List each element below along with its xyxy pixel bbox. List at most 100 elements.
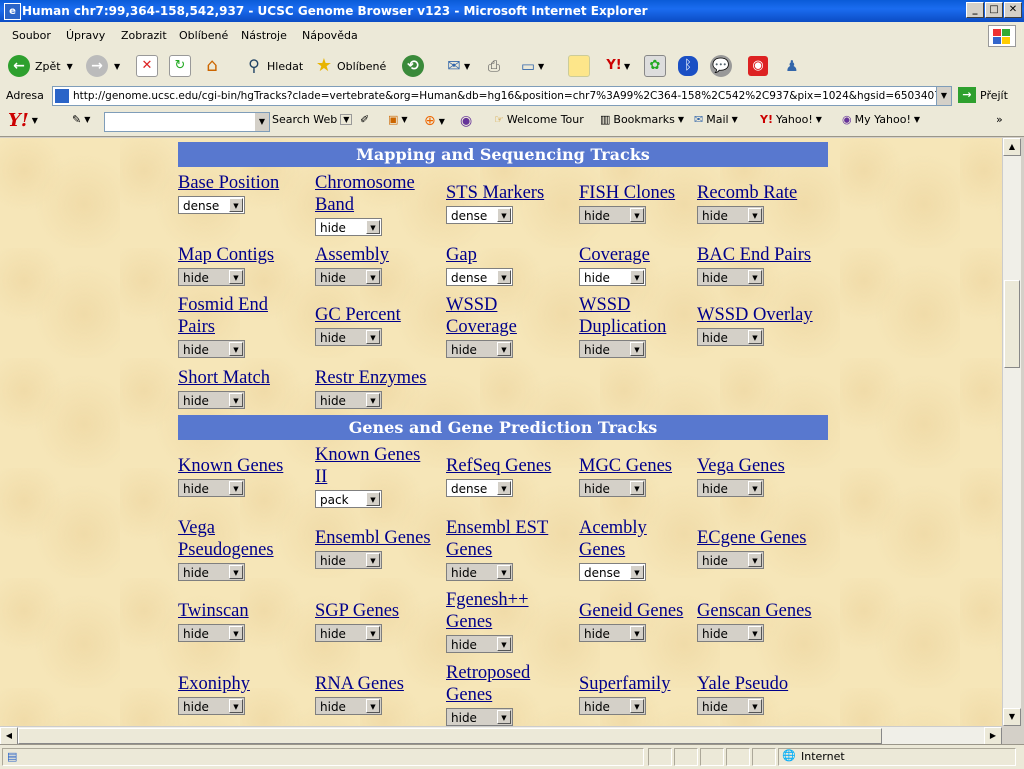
yahoo-search-dropdown[interactable]: ▼	[255, 113, 269, 131]
track-link-assembly[interactable]: Assembly	[315, 244, 389, 266]
visibility-select-yale-pseudo[interactable]: hide	[697, 697, 764, 715]
edit-button[interactable]: ▭ ▼	[518, 54, 544, 78]
highlight-button[interactable]: ✐	[360, 113, 369, 126]
close-button[interactable]: ✕	[1004, 2, 1022, 18]
track-link-exoniphy[interactable]: Exoniphy	[178, 673, 250, 695]
track-link-coverage[interactable]: Coverage	[579, 244, 650, 266]
scroll-up-button[interactable]: ▲	[1003, 138, 1021, 156]
pencil-button[interactable]: ✎ ▼	[72, 113, 90, 126]
search-web-button[interactable]: Search Web ▼	[272, 113, 353, 126]
research-button[interactable]: ◉	[748, 54, 768, 78]
launchcast-button[interactable]: ◉	[460, 113, 472, 129]
search-button[interactable]: ⚲ Hledat	[244, 54, 303, 78]
visibility-select-fish-clones[interactable]: hide	[579, 206, 646, 224]
history-button[interactable]: ⟲	[402, 54, 424, 78]
visibility-select-gc-percent[interactable]: hide	[315, 328, 382, 346]
horizontal-scroll-thumb[interactable]	[18, 728, 882, 744]
visibility-select-acembly-genes[interactable]: dense	[579, 563, 646, 581]
track-link-vega-pseudogenes[interactable]: Vega Pseudogenes	[178, 517, 293, 561]
yahoo-search-input[interactable]: ▼	[104, 112, 270, 132]
visibility-select-fgeneshplusplus-genes[interactable]: hide	[446, 635, 513, 653]
users-button[interactable]: ♟	[782, 54, 802, 78]
track-link-bac-end-pairs[interactable]: BAC End Pairs	[697, 244, 811, 266]
track-link-refseq-genes[interactable]: RefSeq Genes	[446, 455, 551, 477]
track-link-twinscan[interactable]: Twinscan	[178, 600, 249, 622]
track-link-genscan-genes[interactable]: Genscan Genes	[697, 600, 812, 622]
vertical-scrollbar[interactable]: ▲ ▼	[1002, 138, 1021, 726]
visibility-select-wssd-coverage[interactable]: hide	[446, 340, 513, 358]
visibility-select-twinscan[interactable]: hide	[178, 624, 245, 642]
bluetooth-button[interactable]: ᛒ	[678, 54, 698, 78]
track-link-geneid-genes[interactable]: Geneid Genes	[579, 600, 683, 622]
visibility-select-assembly[interactable]: hide	[315, 268, 382, 286]
visibility-select-vega-pseudogenes[interactable]: hide	[178, 563, 245, 581]
antispy-button[interactable]: ⊕ ▼	[424, 113, 445, 129]
refresh-button[interactable]: ↻	[169, 54, 191, 78]
minimize-button[interactable]: _	[966, 2, 984, 18]
visibility-select-retroposed-genes[interactable]: hide	[446, 708, 513, 726]
notes-button[interactable]	[568, 54, 590, 78]
back-button[interactable]: ← Zpět ▼	[8, 54, 73, 78]
visibility-select-sts-markers[interactable]: dense	[446, 206, 513, 224]
track-link-yale-pseudo[interactable]: Yale Pseudo	[697, 673, 788, 695]
track-link-known-genes-ii[interactable]: Known Genes II	[315, 444, 430, 488]
mail-button[interactable]: ✉ ▼	[444, 54, 470, 78]
visibility-select-vega-genes[interactable]: hide	[697, 479, 764, 497]
visibility-select-mgc-genes[interactable]: hide	[579, 479, 646, 497]
yahoo-button[interactable]: Y! Yahoo! ▼	[760, 113, 822, 126]
visibility-select-map-contigs[interactable]: hide	[178, 268, 245, 286]
visibility-select-rna-genes[interactable]: hide	[315, 697, 382, 715]
visibility-select-fosmid-end-pairs[interactable]: hide	[178, 340, 245, 358]
track-link-wssd-duplication[interactable]: WSSD Duplication	[579, 294, 679, 338]
welcome-tour-button[interactable]: ☞ Welcome Tour	[494, 113, 584, 126]
my-yahoo-button[interactable]: ◉ My Yahoo! ▼	[842, 113, 920, 126]
stop-button[interactable]: ✕	[136, 54, 158, 78]
yahoo-mail-button[interactable]: ✉ Mail ▼	[694, 113, 738, 126]
address-dropdown-button[interactable]: ▼	[936, 86, 952, 106]
visibility-select-sgp-genes[interactable]: hide	[315, 624, 382, 642]
menu-oblibene[interactable]: Oblíbené	[179, 29, 228, 42]
horizontal-scrollbar[interactable]: ◀ ▶	[0, 726, 1002, 745]
visibility-select-known-genes-ii[interactable]: pack	[315, 490, 382, 508]
track-link-sts-markers[interactable]: STS Markers	[446, 182, 544, 204]
visibility-select-wssd-overlay[interactable]: hide	[697, 328, 764, 346]
scroll-down-button[interactable]: ▼	[1003, 708, 1021, 726]
track-link-restr-enzymes[interactable]: Restr Enzymes	[315, 367, 427, 389]
visibility-select-restr-enzymes[interactable]: hide	[315, 391, 382, 409]
track-link-chromosome-band[interactable]: Chromosome Band	[315, 172, 420, 216]
toolbar-overflow-button[interactable]: »	[996, 113, 1003, 126]
visibility-select-chromosome-band[interactable]: hide	[315, 218, 382, 236]
visibility-select-ensembl-est-genes[interactable]: hide	[446, 563, 513, 581]
visibility-select-superfamily[interactable]: hide	[579, 697, 646, 715]
track-link-rna-genes[interactable]: RNA Genes	[315, 673, 404, 695]
maximize-button[interactable]: □	[985, 2, 1003, 18]
yahoo-logo-button[interactable]: Y! ▼	[8, 110, 38, 131]
visibility-select-coverage[interactable]: hide	[579, 268, 646, 286]
yahoo-messenger-button[interactable]: Y! ▼	[604, 54, 630, 78]
track-link-retroposed-genes[interactable]: Retroposed Genes	[446, 662, 551, 706]
track-link-mgc-genes[interactable]: MGC Genes	[579, 455, 672, 477]
go-button[interactable]: → Přejít	[958, 87, 1008, 103]
track-link-fish-clones[interactable]: FISH Clones	[579, 182, 675, 204]
print-button[interactable]: ⎙	[484, 54, 504, 78]
track-link-short-match[interactable]: Short Match	[178, 367, 270, 389]
menu-napoveda[interactable]: Nápověda	[302, 29, 358, 42]
track-link-ecgene-genes[interactable]: ECgene Genes	[697, 527, 806, 549]
menu-nastroje[interactable]: Nástroje	[241, 29, 287, 42]
visibility-select-ecgene-genes[interactable]: hide	[697, 551, 764, 569]
popup-blocker-button[interactable]: ▣ ▼	[388, 113, 408, 126]
bookmarks-button[interactable]: ▥ Bookmarks ▼	[600, 113, 684, 126]
track-link-superfamily[interactable]: Superfamily	[579, 673, 670, 695]
plugin-button[interactable]: ✿	[644, 54, 666, 78]
visibility-select-recomb-rate[interactable]: hide	[697, 206, 764, 224]
visibility-select-exoniphy[interactable]: hide	[178, 697, 245, 715]
visibility-select-ensembl-genes[interactable]: hide	[315, 551, 382, 569]
visibility-select-bac-end-pairs[interactable]: hide	[697, 268, 764, 286]
scroll-left-button[interactable]: ◀	[0, 727, 18, 745]
track-link-base-position[interactable]: Base Position	[178, 172, 279, 194]
home-button[interactable]: ⌂	[202, 54, 222, 78]
scroll-right-button[interactable]: ▶	[984, 727, 1002, 745]
visibility-select-refseq-genes[interactable]: dense	[446, 479, 513, 497]
track-link-known-genes[interactable]: Known Genes	[178, 455, 283, 477]
menu-zobrazit[interactable]: Zobrazit	[121, 29, 167, 42]
